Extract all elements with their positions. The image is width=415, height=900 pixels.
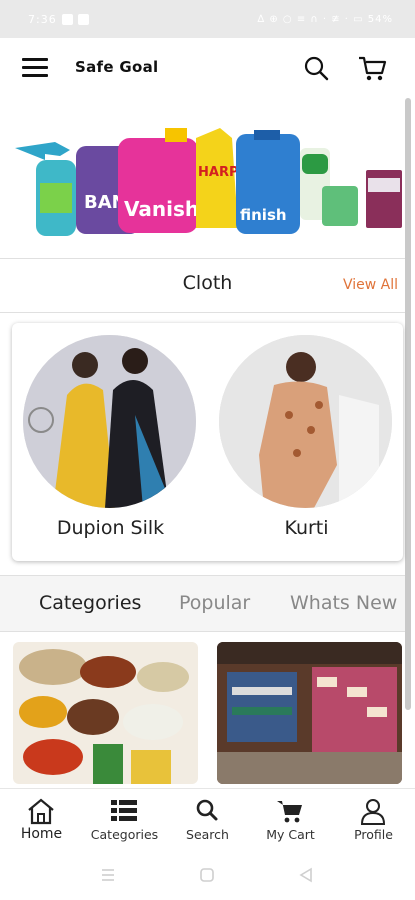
divider xyxy=(0,258,405,259)
banner-products-image: BAN Vanish HARPIC finish xyxy=(15,128,402,236)
cart-icon xyxy=(277,801,302,823)
nav-profile[interactable]: Profile xyxy=(332,789,415,851)
cloth-item-label: Dupion Silk xyxy=(56,517,165,539)
brand-finish-label: finish xyxy=(240,206,287,224)
dupion-silk-image xyxy=(23,335,196,508)
nav-categories[interactable]: Categories xyxy=(83,789,166,851)
tab-categories[interactable]: Categories xyxy=(39,592,141,614)
cloth-item-kurti[interactable]: Kurti xyxy=(219,335,394,539)
search-icon xyxy=(196,799,218,821)
cloth-item-dupion-silk[interactable]: Dupion Silk xyxy=(23,335,198,539)
spices-image xyxy=(13,642,198,784)
category-tabs: Categories Popular Whats New xyxy=(0,575,405,632)
store-image xyxy=(217,642,402,784)
app-bar: Safe Goal xyxy=(0,38,415,98)
home-button-icon[interactable] xyxy=(199,867,215,883)
promo-banner[interactable]: BAN Vanish HARPIC finish xyxy=(0,98,405,258)
divider xyxy=(0,312,405,313)
profile-icon xyxy=(360,799,386,825)
cloth-card: Dupion Silk Kurti xyxy=(12,323,403,561)
notification-icon xyxy=(77,13,89,25)
kurti-image xyxy=(219,335,392,508)
app-title: Safe Goal xyxy=(75,58,159,76)
system-navigation-bar xyxy=(0,850,415,900)
nav-label: Home xyxy=(20,826,63,842)
nav-label: My Cart xyxy=(266,827,315,842)
cart-icon[interactable] xyxy=(357,53,387,83)
status-indicators: ∆ ⊕ ○ ≡ ∩ · ≇ · ▭ 54% xyxy=(257,13,393,25)
nav-search[interactable]: Search xyxy=(166,789,249,851)
categories-icon xyxy=(111,800,137,821)
view-all-link[interactable]: View All xyxy=(343,277,398,293)
tab-popular[interactable]: Popular xyxy=(179,592,250,614)
brand-vanish-label: Vanish xyxy=(124,197,199,221)
back-button-icon[interactable] xyxy=(298,867,314,883)
page-scrollbar[interactable] xyxy=(405,98,411,710)
tab-whats-new[interactable]: Whats New xyxy=(290,592,397,614)
nav-my-cart[interactable]: My Cart xyxy=(249,789,332,851)
home-icon xyxy=(28,798,54,825)
nav-label: Categories xyxy=(90,827,159,842)
hamburger-menu-icon[interactable] xyxy=(22,58,48,78)
category-card-store[interactable] xyxy=(217,642,402,784)
recents-icon[interactable] xyxy=(100,867,116,883)
nav-label: Search xyxy=(186,827,229,842)
status-bar: 7:36 ∆ ⊕ ○ ≡ ∩ · ≇ · ▭ 54% xyxy=(0,0,415,38)
status-time: 7:36 xyxy=(28,12,57,26)
nav-home[interactable]: Home xyxy=(0,789,83,851)
bottom-navigation: Home Categories Search My Cart Profile xyxy=(0,788,415,851)
category-card-spices[interactable] xyxy=(13,642,198,784)
cloth-item-label: Kurti xyxy=(284,517,329,539)
notification-icon xyxy=(61,13,73,25)
nav-label: Profile xyxy=(354,827,393,842)
search-icon[interactable] xyxy=(302,54,330,82)
